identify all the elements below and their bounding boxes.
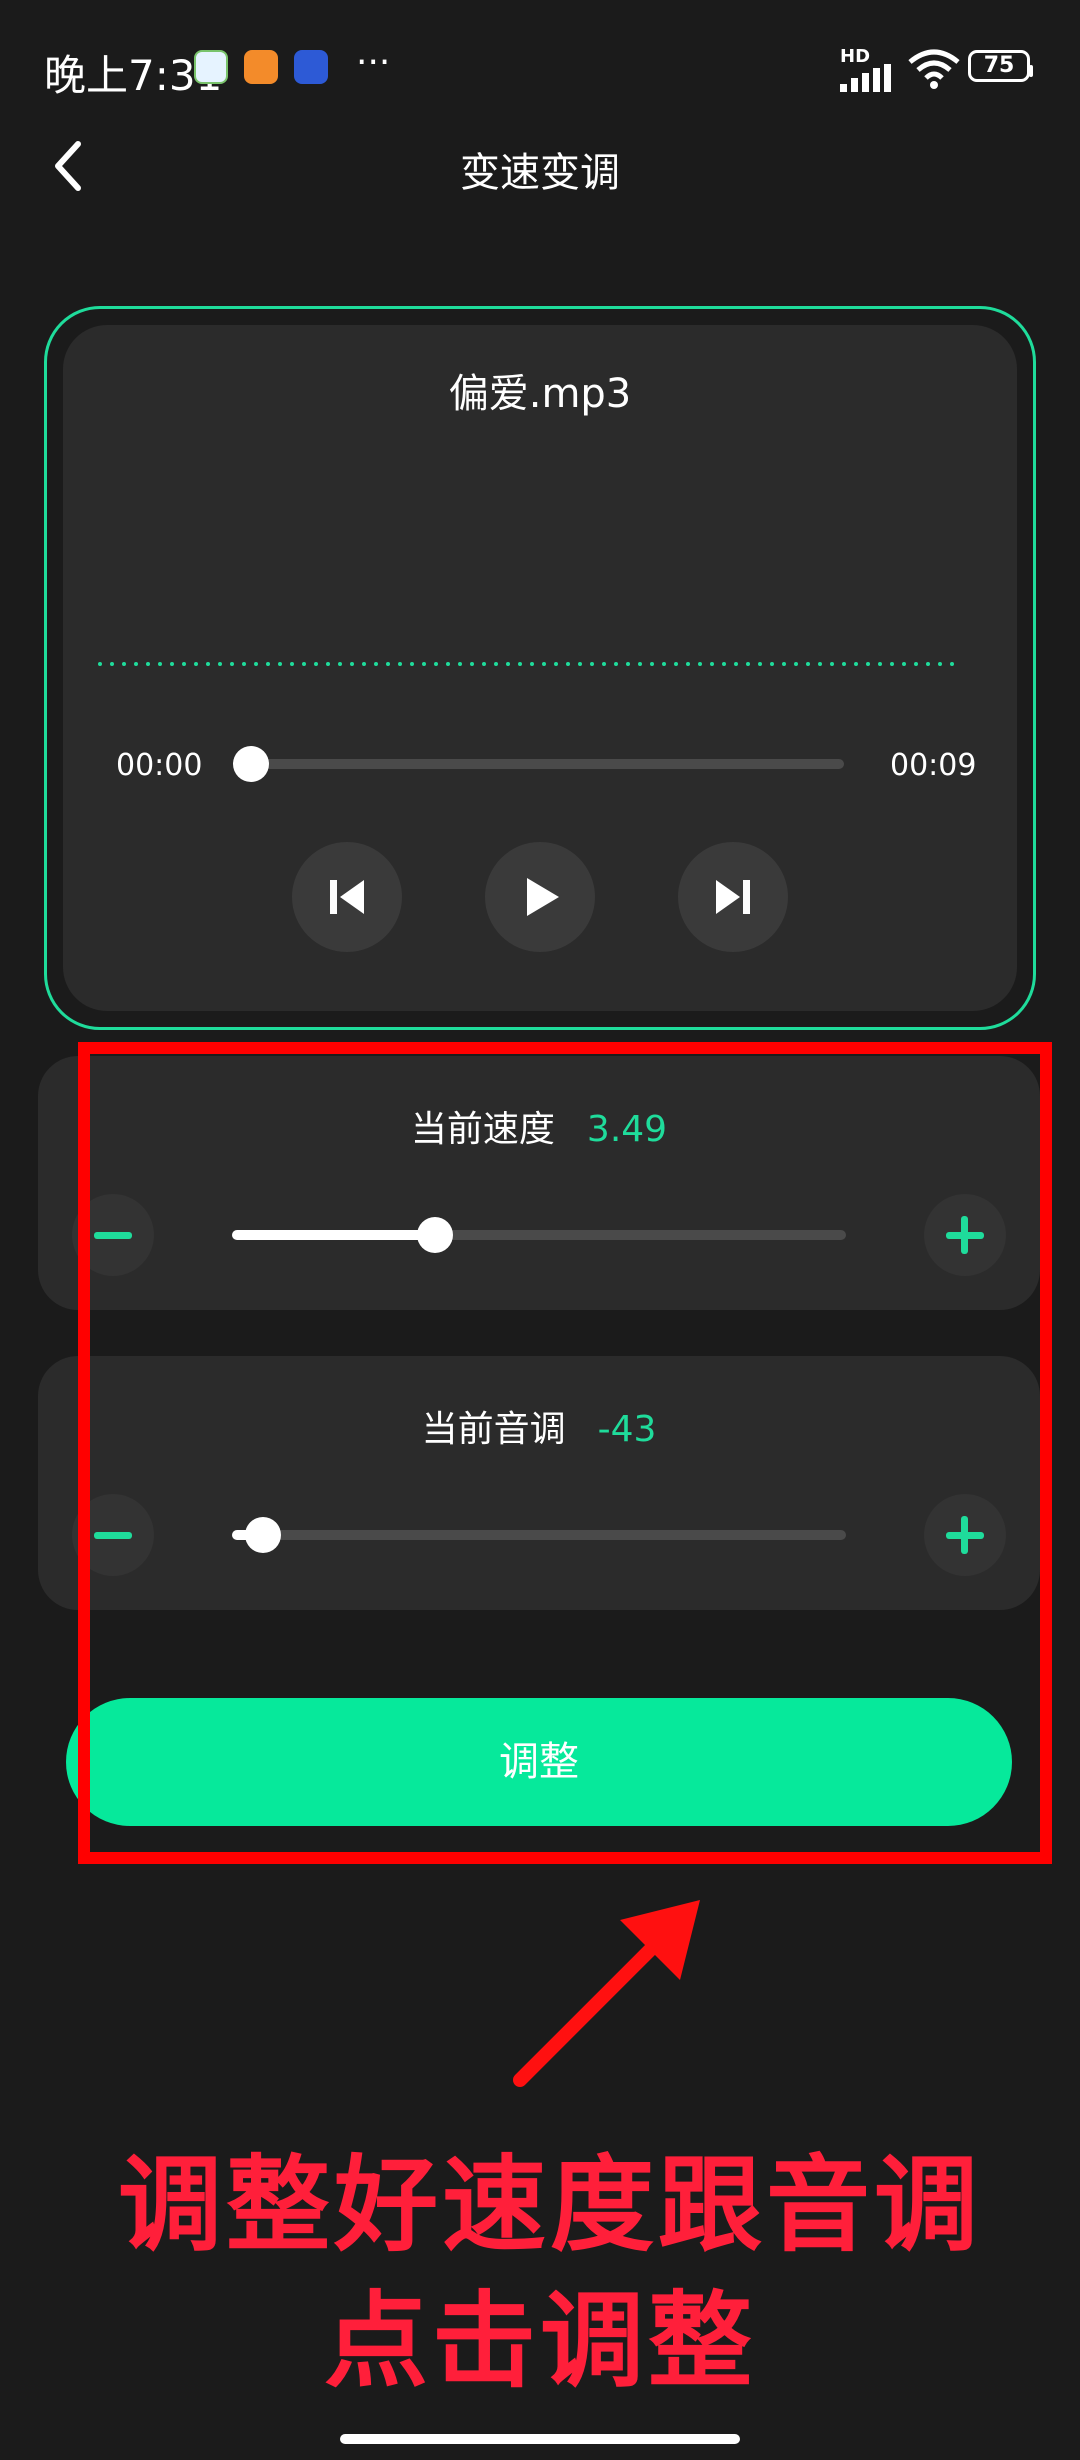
waveform-dot: [290, 662, 294, 666]
waveform-dot: [734, 662, 738, 666]
waveform-dot: [902, 662, 906, 666]
waveform-dot: [110, 662, 114, 666]
home-indicator[interactable]: [340, 2434, 740, 2444]
play-icon: [527, 878, 559, 916]
notification-app-icon: [244, 50, 278, 84]
battery-level: 75: [983, 53, 1015, 78]
waveform-dot: [758, 662, 762, 666]
notification-app-icon: [194, 50, 228, 84]
waveform-dot: [254, 662, 258, 666]
waveform-dot: [542, 662, 546, 666]
waveform-dot: [854, 662, 858, 666]
waveform-dot: [386, 662, 390, 666]
waveform-dot: [518, 662, 522, 666]
waveform-dot: [302, 662, 306, 666]
annotation-highlight-box: [78, 1042, 1052, 1864]
waveform-dot: [578, 662, 582, 666]
total-time: 00:09: [890, 748, 977, 783]
waveform-dot: [326, 662, 330, 666]
waveform-dot: [818, 662, 822, 666]
waveform-dot: [770, 662, 774, 666]
waveform-dot: [230, 662, 234, 666]
waveform-dot: [614, 662, 618, 666]
waveform-dot: [602, 662, 606, 666]
waveform-dot: [458, 662, 462, 666]
progress-knob[interactable]: [233, 746, 269, 782]
waveform-dot: [470, 662, 474, 666]
waveform-dot: [686, 662, 690, 666]
waveform-dot: [362, 662, 366, 666]
waveform-dot: [134, 662, 138, 666]
next-button[interactable]: [678, 842, 788, 952]
waveform-dot: [158, 662, 162, 666]
waveform-dot: [122, 662, 126, 666]
waveform: [98, 662, 954, 666]
waveform-dot: [830, 662, 834, 666]
waveform-dot: [890, 662, 894, 666]
waveform-dot: [410, 662, 414, 666]
skip-previous-icon: [330, 880, 364, 914]
waveform-dot: [494, 662, 498, 666]
waveform-dot: [794, 662, 798, 666]
notification-app-icon: [294, 50, 328, 84]
waveform-dot: [398, 662, 402, 666]
waveform-dot: [950, 662, 954, 666]
waveform-dot: [266, 662, 270, 666]
waveform-dot: [914, 662, 918, 666]
status-bar: 晚上7:31 ··· HD 75: [0, 0, 1080, 140]
waveform-dot: [650, 662, 654, 666]
waveform-dot: [530, 662, 534, 666]
waveform-dot: [722, 662, 726, 666]
waveform-dot: [170, 662, 174, 666]
progress-track[interactable]: [244, 759, 844, 769]
waveform-dot: [938, 662, 942, 666]
waveform-dot: [554, 662, 558, 666]
waveform-dot: [842, 662, 846, 666]
waveform-dot: [422, 662, 426, 666]
waveform-dot: [638, 662, 642, 666]
annotation-text-line2: 点击调整: [323, 2280, 756, 2402]
waveform-dot: [194, 662, 198, 666]
waveform-dot: [746, 662, 750, 666]
waveform-dot: [566, 662, 570, 666]
waveform-dot: [674, 662, 678, 666]
signal-icon: [840, 64, 891, 92]
file-name: 偏爱.mp3: [448, 371, 632, 417]
waveform-dot: [146, 662, 150, 666]
waveform-dot: [434, 662, 438, 666]
waveform-dot: [242, 662, 246, 666]
waveform-dot: [866, 662, 870, 666]
waveform-dot: [446, 662, 450, 666]
waveform-dot: [350, 662, 354, 666]
play-button[interactable]: [485, 842, 595, 952]
waveform-dot: [710, 662, 714, 666]
waveform-dot: [506, 662, 510, 666]
waveform-dot: [782, 662, 786, 666]
waveform-dot: [878, 662, 882, 666]
waveform-dot: [374, 662, 378, 666]
waveform-dot: [218, 662, 222, 666]
waveform-dot: [98, 662, 102, 666]
waveform-dot: [182, 662, 186, 666]
annotation-text-line1: 调整好速度跟音调: [117, 2144, 982, 2266]
wifi-icon: [908, 49, 960, 89]
annotation-arrow-icon: [513, 1900, 700, 2087]
waveform-dot: [482, 662, 486, 666]
more-notifications-icon: ···: [356, 42, 391, 83]
waveform-dot: [626, 662, 630, 666]
current-time: 00:00: [116, 748, 203, 783]
waveform-dot: [206, 662, 210, 666]
waveform-dot: [278, 662, 282, 666]
waveform-dot: [590, 662, 594, 666]
waveform-dot: [314, 662, 318, 666]
waveform-dot: [662, 662, 666, 666]
waveform-dot: [926, 662, 930, 666]
battery-icon: 75: [968, 50, 1033, 82]
waveform-dot: [806, 662, 810, 666]
waveform-dot: [338, 662, 342, 666]
skip-next-icon: [716, 880, 750, 914]
waveform-dot: [698, 662, 702, 666]
page-title: 变速变调: [460, 150, 620, 196]
previous-button[interactable]: [292, 842, 402, 952]
